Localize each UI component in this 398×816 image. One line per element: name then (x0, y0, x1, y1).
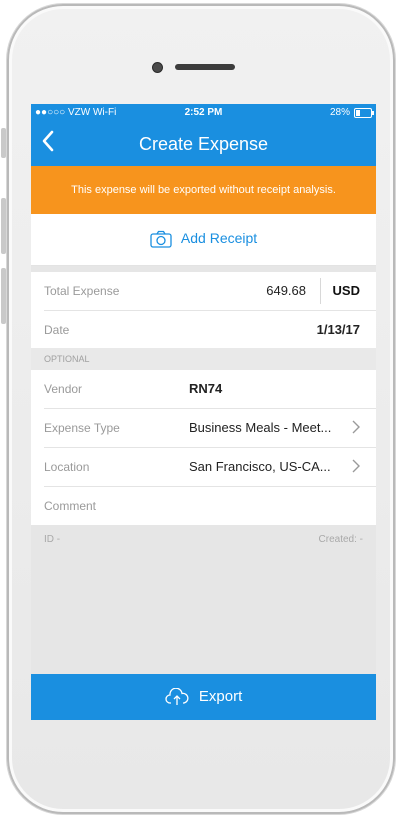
comment-row[interactable]: Comment (44, 487, 376, 525)
optional-section: Vendor RN74 Expense Type Business Meals … (31, 370, 376, 525)
export-button[interactable]: Export (31, 674, 376, 720)
vendor-value[interactable]: RN74 (189, 381, 222, 396)
mute-switch (1, 128, 6, 158)
optional-section-header: OPTIONAL (31, 348, 376, 370)
top-bar: ●●○○○ VZW Wi-Fi 2:52 PM 28% Create Expen… (31, 104, 376, 166)
front-camera (152, 62, 163, 73)
date-label: Date (44, 323, 70, 337)
warning-banner: This expense will be exported without re… (31, 166, 376, 214)
status-bar: ●●○○○ VZW Wi-Fi 2:52 PM 28% (31, 104, 376, 122)
add-receipt-button[interactable]: Add Receipt (31, 214, 376, 266)
page-title: Create Expense (138, 134, 269, 154)
export-label: Export (198, 688, 243, 705)
clock: 2:52 PM (184, 107, 223, 118)
created-label: Created: - (318, 534, 363, 545)
vendor-row[interactable]: Vendor RN74 (44, 370, 376, 409)
date-row[interactable]: Date 1/13/17 (44, 311, 376, 349)
battery-icon (354, 108, 374, 118)
location-row[interactable]: Location San Francisco, US-CA... (44, 448, 376, 487)
volume-down-button (1, 268, 6, 324)
camera-icon (150, 230, 181, 248)
chevron-right-icon (352, 459, 360, 478)
location-label: Location (44, 460, 90, 474)
app-screen: ●●○○○ VZW Wi-Fi 2:52 PM 28% Create Expen… (31, 104, 376, 720)
currency-code[interactable]: USD (333, 283, 360, 298)
expense-type-label: Expense Type (44, 421, 120, 435)
date-value[interactable]: 1/13/17 (317, 322, 360, 337)
earpiece-speaker (175, 64, 235, 70)
chevron-right-icon (352, 420, 360, 439)
total-expense-row[interactable]: Total Expense 649.68 USD (44, 272, 376, 311)
optional-label: OPTIONAL (44, 354, 90, 364)
vendor-label: Vendor (44, 382, 83, 396)
cloud-upload-icon (165, 687, 199, 706)
meta-info: ID - Created: - (31, 528, 376, 552)
expense-section: Total Expense 649.68 USD Date 1/13/17 (31, 272, 376, 349)
add-receipt-label: Add Receipt (180, 230, 258, 246)
total-expense-label: Total Expense (44, 284, 120, 298)
volume-up-button (1, 198, 6, 254)
divider (320, 278, 321, 304)
expense-type-value[interactable]: Business Meals - Meet... (189, 420, 331, 435)
total-expense-value[interactable]: 649.68 (266, 283, 306, 298)
location-value[interactable]: San Francisco, US-CA... (189, 459, 331, 474)
id-label: ID - (44, 534, 61, 545)
battery-percent: 28% (329, 107, 350, 118)
comment-label: Comment (44, 499, 97, 513)
expense-type-row[interactable]: Expense Type Business Meals - Meet... (44, 409, 376, 448)
